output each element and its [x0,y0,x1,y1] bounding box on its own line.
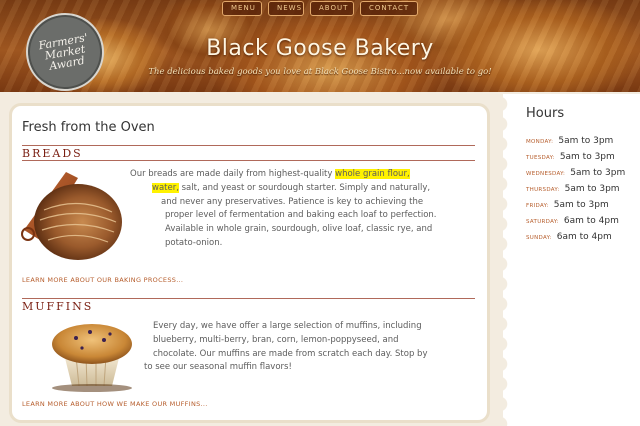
nav-about-link[interactable]: ABOUT [310,1,354,16]
hours-heading: Hours [526,106,565,121]
text-line: water, salt, and yeast or sourdough star… [152,182,431,193]
text-line: blueberry, multi-berry, bran, corn, lemo… [153,334,399,345]
breads-section-title: BREADS [22,147,83,160]
hours-day: SUNDAY: [526,235,552,241]
hours-time: 6am to 4pm [556,232,612,242]
bread-image [21,172,122,260]
text-line: Every day, we have offer a large selecti… [153,321,422,331]
section-divider [22,145,475,146]
section-divider [22,298,475,299]
text-line: proper level of fermentation and baking … [165,210,437,221]
site-title: Black Goose Bakery [206,36,434,61]
hours-row: SUNDAY: 6am to 4pm [526,224,612,243]
muffins-section-title: MUFFINS [22,300,94,313]
muffins-description: Every day, we have offer a large selecti… [144,320,428,375]
nav-news-link[interactable]: NEWS [268,1,304,16]
nav-menu-link[interactable]: MENU [222,1,262,16]
text-line: chocolate. Our muffins are made from scr… [153,348,428,359]
text-line: Available in whole grain, sourdough, oli… [165,224,433,235]
page-heading: Fresh from the Oven [22,120,155,135]
learn-more-baking-link[interactable]: LEARN MORE ABOUT OUR BAKING PROCESS... [22,276,183,284]
main-nav: MENU NEWS ABOUT CONTACT [222,1,418,16]
nav-contact-link[interactable]: CONTACT [360,1,418,16]
site-title-wrap: Black Goose Bakery [0,36,640,61]
text-line: Our breads are made daily from highest-q… [130,169,410,179]
section-divider [22,160,475,161]
muffin-image [52,324,132,392]
breads-description: Our breads are made daily from highest-q… [130,168,437,251]
highlighted-text: water, [152,182,179,193]
highlighted-text: whole grain flour, [335,169,410,179]
learn-more-muffins-link[interactable]: LEARN MORE ABOUT HOW WE MAKE OUR MUFFINS… [22,400,208,408]
site-tagline: The delicious baked goods you love at Bl… [148,67,492,77]
text-line: potato-onion. [165,237,223,248]
sidebar-scalloped-edge [497,94,511,426]
text-line: and never any preservatives. Patience is… [161,196,424,207]
text-line: to see our seasonal muffin flavors! [144,362,292,373]
